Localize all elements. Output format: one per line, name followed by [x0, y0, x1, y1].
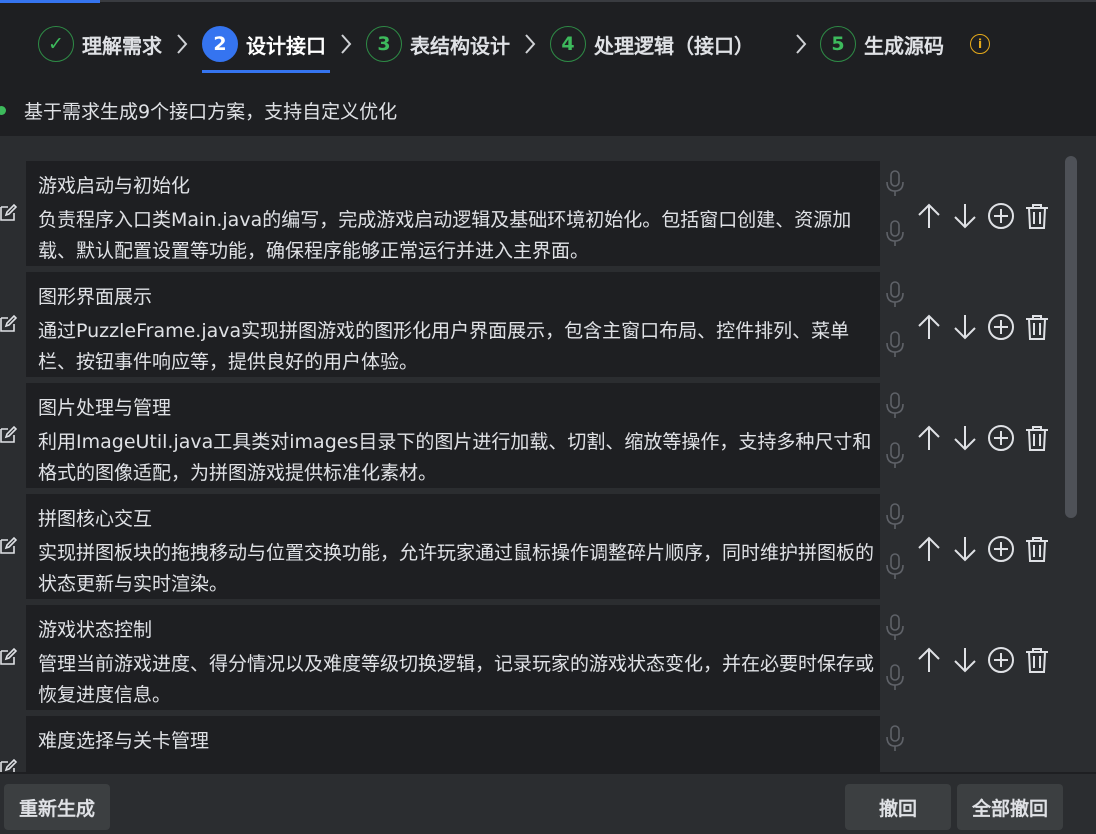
- add-circle-icon[interactable]: [986, 312, 1016, 342]
- step-table-design[interactable]: 3 表结构设计: [366, 22, 510, 66]
- item-actions: [914, 201, 1058, 231]
- list-item: 图形界面展示通过PuzzleFrame.java实现拼图游戏的图形化用户界面展示…: [0, 272, 1060, 377]
- edit-icon[interactable]: [0, 758, 18, 772]
- item-card[interactable]: 图片处理与管理利用ImageUtil.java工具类对images目录下的图片进…: [26, 383, 880, 488]
- trash-icon[interactable]: [1022, 423, 1052, 453]
- step-label: 处理逻辑（接口）: [594, 33, 754, 58]
- step-number: 5: [820, 26, 856, 62]
- scrollbar[interactable]: [1065, 156, 1077, 518]
- step-generate-source[interactable]: 5 生成源码: [820, 22, 944, 66]
- chevron-right-icon: [326, 33, 366, 55]
- item-description: 通过PuzzleFrame.java实现拼图游戏的图形化用户界面展示，包含主窗口…: [38, 320, 850, 373]
- top-divider: [100, 0, 1096, 2]
- trash-icon[interactable]: [1022, 534, 1052, 564]
- trash-icon[interactable]: [1022, 312, 1052, 342]
- list-item: 难度选择与关卡管理: [0, 716, 1060, 772]
- footer-bar: 重新生成 撤回 全部撤回: [0, 772, 1096, 834]
- item-title: 拼图核心交互: [38, 508, 153, 530]
- step-number: 2: [202, 26, 238, 62]
- arrow-up-icon[interactable]: [914, 423, 944, 453]
- edit-icon[interactable]: [0, 647, 18, 667]
- microphone-icon[interactable]: [884, 280, 906, 310]
- item-description: 利用ImageUtil.java工具类对images目录下的图片进行加载、切割、…: [38, 431, 872, 484]
- chevron-right-icon: [510, 33, 550, 55]
- add-circle-icon[interactable]: [986, 423, 1016, 453]
- edit-icon[interactable]: [0, 314, 18, 334]
- check-icon: ✓: [38, 26, 74, 62]
- subtitle-row: 基于需求生成9个接口方案，支持自定义优化: [0, 96, 397, 124]
- step-design-interface[interactable]: 2 设计接口: [202, 22, 330, 73]
- microphone-icon[interactable]: [884, 169, 906, 199]
- add-circle-icon[interactable]: [986, 201, 1016, 231]
- status-dot-icon: [0, 105, 6, 115]
- microphone-icon[interactable]: [884, 613, 906, 643]
- arrow-down-icon[interactable]: [950, 645, 980, 675]
- top-accent-bar: [0, 0, 100, 3]
- item-card[interactable]: 难度选择与关卡管理: [26, 716, 880, 772]
- add-circle-icon[interactable]: [986, 645, 1016, 675]
- wizard-header: ✓ 理解需求 2 设计接口 3 表结构设计 4 处理逻辑（接口） 5 生成源码 …: [0, 0, 1096, 136]
- trash-icon[interactable]: [1022, 645, 1052, 675]
- edit-icon[interactable]: [0, 536, 18, 556]
- info-icon[interactable]: i: [970, 34, 990, 54]
- item-card[interactable]: 图形界面展示通过PuzzleFrame.java实现拼图游戏的图形化用户界面展示…: [26, 272, 880, 377]
- arrow-down-icon[interactable]: [950, 534, 980, 564]
- step-label: 生成源码: [864, 33, 944, 58]
- microphone-icon[interactable]: [884, 502, 906, 532]
- chevron-right-icon: [754, 33, 820, 55]
- stepper: ✓ 理解需求 2 设计接口 3 表结构设计 4 处理逻辑（接口） 5 生成源码 …: [38, 22, 990, 73]
- item-description: 管理当前游戏进度、得分情况以及难度等级切换逻辑，记录玩家的游戏状态变化，并在必要…: [38, 653, 875, 706]
- item-actions: [914, 534, 1058, 564]
- microphone-icon[interactable]: [884, 219, 906, 249]
- item-title: 游戏状态控制: [38, 619, 153, 641]
- microphone-icon[interactable]: [884, 552, 906, 582]
- item-title: 图形界面展示: [38, 286, 153, 308]
- step-label: 设计接口: [246, 33, 326, 58]
- arrow-down-icon[interactable]: [950, 201, 980, 231]
- arrow-up-icon[interactable]: [914, 312, 944, 342]
- step-number: 4: [550, 26, 586, 62]
- item-actions: [914, 312, 1058, 342]
- step-number: 3: [366, 26, 402, 62]
- item-description: 负责程序入口类Main.java的编写，完成游戏启动逻辑及基础环境初始化。包括窗…: [38, 209, 852, 262]
- page-subtitle: 基于需求生成9个接口方案，支持自定义优化: [24, 100, 398, 123]
- item-actions: [914, 645, 1058, 675]
- regenerate-button[interactable]: 重新生成: [4, 784, 110, 830]
- trash-icon[interactable]: [1022, 201, 1052, 231]
- step-processing-logic[interactable]: 4 处理逻辑（接口）: [550, 22, 754, 66]
- step-understand-requirements[interactable]: ✓ 理解需求: [38, 22, 162, 66]
- arrow-down-icon[interactable]: [950, 423, 980, 453]
- microphone-icon[interactable]: [884, 724, 906, 754]
- undo-all-button[interactable]: 全部撤回: [957, 784, 1063, 830]
- list-item: 游戏启动与初始化负责程序入口类Main.java的编写，完成游戏启动逻辑及基础环…: [0, 161, 1060, 266]
- item-description: 实现拼图板块的拖拽移动与位置交换功能，允许玩家通过鼠标操作调整碎片顺序，同时维护…: [38, 542, 875, 595]
- microphone-icon[interactable]: [884, 663, 906, 693]
- item-actions: [914, 423, 1058, 453]
- microphone-icon[interactable]: [884, 441, 906, 471]
- arrow-down-icon[interactable]: [950, 312, 980, 342]
- step-label: 理解需求: [82, 33, 162, 58]
- arrow-up-icon[interactable]: [914, 534, 944, 564]
- item-title: 游戏启动与初始化: [38, 175, 191, 197]
- interface-list[interactable]: 游戏启动与初始化负责程序入口类Main.java的编写，完成游戏启动逻辑及基础环…: [0, 136, 1096, 772]
- undo-button[interactable]: 撤回: [845, 784, 951, 830]
- edit-icon[interactable]: [0, 203, 18, 223]
- step-label: 表结构设计: [410, 33, 510, 58]
- microphone-icon[interactable]: [884, 391, 906, 421]
- item-card[interactable]: 拼图核心交互实现拼图板块的拖拽移动与位置交换功能，允许玩家通过鼠标操作调整碎片顺…: [26, 494, 880, 599]
- list-item: 拼图核心交互实现拼图板块的拖拽移动与位置交换功能，允许玩家通过鼠标操作调整碎片顺…: [0, 494, 1060, 599]
- microphone-icon[interactable]: [884, 330, 906, 360]
- arrow-up-icon[interactable]: [914, 645, 944, 675]
- item-card[interactable]: 游戏启动与初始化负责程序入口类Main.java的编写，完成游戏启动逻辑及基础环…: [26, 161, 880, 266]
- add-circle-icon[interactable]: [986, 534, 1016, 564]
- arrow-up-icon[interactable]: [914, 201, 944, 231]
- item-title: 图片处理与管理: [38, 397, 172, 419]
- chevron-right-icon: [162, 33, 202, 55]
- list-item: 游戏状态控制管理当前游戏进度、得分情况以及难度等级切换逻辑，记录玩家的游戏状态变…: [0, 605, 1060, 710]
- list-item: 图片处理与管理利用ImageUtil.java工具类对images目录下的图片进…: [0, 383, 1060, 488]
- edit-icon[interactable]: [0, 425, 18, 445]
- item-title: 难度选择与关卡管理: [38, 730, 210, 752]
- item-card[interactable]: 游戏状态控制管理当前游戏进度、得分情况以及难度等级切换逻辑，记录玩家的游戏状态变…: [26, 605, 880, 710]
